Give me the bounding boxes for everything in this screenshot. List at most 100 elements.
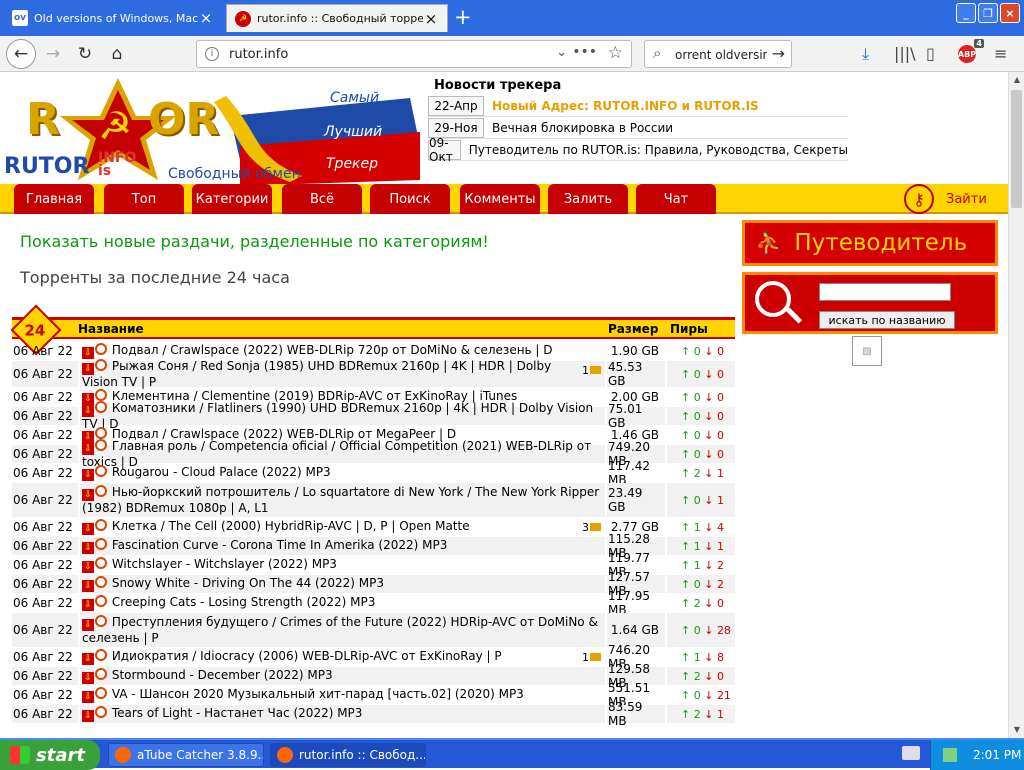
reload-icon[interactable]: ↻: [72, 42, 98, 66]
adblock-icon[interactable]: ABP 4: [958, 39, 984, 63]
home-icon[interactable]: ⌂: [104, 42, 130, 66]
torrent-title-link[interactable]: Rougarou - Cloud Palace (2022) MP3: [112, 465, 331, 479]
torrent-title-link[interactable]: Witchslayer - Witchslayer (2022) MP3: [112, 557, 337, 571]
menu-top[interactable]: Топ: [104, 184, 184, 214]
taskbar-item-firefox[interactable]: rutor.info :: Свобод...: [270, 743, 426, 767]
table-row[interactable]: 06 Авг 22 ⇩ Tears of Light - Настанет Час…: [12, 700, 735, 728]
menu-chat[interactable]: Чат: [636, 184, 716, 214]
news-link[interactable]: Вечная блокировка в России: [484, 121, 673, 135]
news-item[interactable]: 09-Окт Путеводитель по RUTOR.is: Правила…: [428, 136, 848, 164]
menu-all[interactable]: Всё: [282, 184, 362, 214]
menu-home[interactable]: Главная: [14, 184, 94, 214]
table-row[interactable]: 06 Авг 22 ⇩ Коматозники / Flatliners (199…: [12, 400, 735, 431]
library-icon[interactable]: |||\: [894, 44, 916, 63]
forward-arrow-icon[interactable]: →: [40, 42, 66, 66]
table-row[interactable]: 06 Авг 22 ⇩ Rougarou - Cloud Palace (2022…: [12, 459, 735, 487]
download-icon[interactable]: ⇩: [82, 542, 94, 554]
minimize-window-button[interactable]: _: [956, 3, 976, 23]
torrent-title-link[interactable]: Рыжая Соня / Red Sonja (1985) UHD BDRemu…: [82, 359, 551, 389]
bookmark-star-icon[interactable]: ☆: [608, 43, 623, 63]
new-tab-plus-icon[interactable]: +: [454, 5, 472, 29]
menu-comments[interactable]: Комменты: [460, 184, 540, 214]
torrent-title-link[interactable]: Клетка / The Cell (2000) HybridRip-AVC |…: [112, 519, 470, 533]
back-arrow-icon[interactable]: ←: [6, 39, 36, 69]
menu-search[interactable]: Поиск: [370, 184, 450, 214]
download-icon[interactable]: ⇩: [82, 691, 94, 703]
magnet-icon[interactable]: [95, 438, 107, 451]
news-item[interactable]: 29-Ноя Вечная блокировка в России: [428, 118, 848, 139]
rutor-logo[interactable]: R ☭ OR RUTOR INFO is Свободный обмен Самы…: [0, 76, 420, 186]
magnet-icon[interactable]: [95, 343, 107, 355]
menu-categories[interactable]: Категории: [192, 184, 272, 214]
torrent-title-link[interactable]: VA - Шансон 2020 Музыкальный хит-парад […: [112, 687, 524, 701]
torrent-title-link[interactable]: Идиократия / Idiocracy (2006) WEB-DLRip-…: [112, 649, 502, 663]
download-icon[interactable]: ⇩: [82, 442, 94, 455]
magnet-icon[interactable]: [95, 358, 107, 371]
comment-count[interactable]: 3: [582, 520, 601, 535]
keyboard-icon[interactable]: [902, 746, 920, 760]
torrent-title-link[interactable]: Подвал / Crawlspace (2022) WEB-DLRip 720…: [112, 343, 553, 357]
download-icon[interactable]: ⇩: [82, 347, 94, 359]
torrent-title-link[interactable]: Преступления будущего / Crimes of the Fu…: [82, 615, 598, 645]
search-input[interactable]: orrent oldversin: [675, 48, 767, 62]
magnet-icon[interactable]: [95, 649, 107, 661]
magnet-icon[interactable]: [95, 706, 107, 718]
torrent-title-link[interactable]: Creeping Cats - Losing Strength (2022) M…: [112, 595, 376, 609]
sidebar-toggle-icon[interactable]: ▯: [926, 44, 935, 63]
show-new-by-category-link[interactable]: Показать новые раздачи, разделенные по к…: [20, 232, 489, 251]
download-icon[interactable]: ⇩: [82, 618, 94, 631]
magnet-icon[interactable]: [95, 557, 107, 569]
news-item[interactable]: 22-Апр Новый Адрес: RUTOR.INFO и RUTOR.I…: [428, 96, 848, 117]
table-row[interactable]: 06 Авг 22 ⇩ Нью-йоркский потрошитель / Lo…: [12, 483, 735, 518]
download-icon[interactable]: ⇩: [82, 561, 94, 573]
download-icon[interactable]: ⇩: [82, 488, 94, 501]
scroll-up-icon[interactable]: ▲: [1009, 72, 1024, 88]
network-icon[interactable]: [943, 748, 957, 762]
download-icon[interactable]: ⇩: [82, 469, 94, 481]
table-row[interactable]: 06 Авг 22 ⇩ Creeping Cats - Losing Streng…: [12, 589, 735, 617]
tab-close-icon[interactable]: ×: [198, 9, 214, 27]
downloads-icon[interactable]: ⤓: [862, 44, 869, 64]
download-icon[interactable]: ⇩: [82, 580, 94, 592]
torrent-title-link[interactable]: Snowy White - Driving On The 44 (2022) M…: [112, 576, 384, 590]
scroll-thumb[interactable]: [1011, 90, 1022, 208]
download-icon[interactable]: ⇩: [82, 523, 94, 535]
site-info-icon[interactable]: i: [205, 47, 219, 61]
download-icon[interactable]: ⇩: [82, 672, 94, 684]
magnet-icon[interactable]: [95, 614, 107, 627]
url-bar[interactable]: i rutor.info ⌄ ••• ☆: [196, 40, 632, 68]
download-icon[interactable]: ⇩: [82, 710, 94, 722]
login-button[interactable]: ⚷ Зайти: [904, 184, 1002, 214]
torrent-title-link[interactable]: Fascination Curve - Corona Time In Ameri…: [112, 538, 448, 552]
table-row[interactable]: 06 Авг 22 ⇩ Рыжая Соня / Red Sonja (1985)…: [12, 358, 735, 389]
chevron-down-icon[interactable]: ⌄: [556, 45, 567, 60]
comment-count[interactable]: 1: [582, 363, 601, 378]
menu-hamburger-icon[interactable]: ≡: [994, 44, 1007, 63]
download-icon[interactable]: ⇩: [82, 362, 94, 375]
torrent-title-link[interactable]: Tears of Light - Настанет Час (2022) MP3: [112, 706, 363, 720]
magnet-icon[interactable]: [95, 687, 107, 699]
news-link[interactable]: Путеводитель по RUTOR.is: Правила, Руков…: [461, 143, 848, 157]
page-actions-icon[interactable]: •••: [572, 44, 597, 60]
url-text[interactable]: rutor.info: [229, 47, 288, 62]
magnet-icon[interactable]: [95, 595, 107, 607]
tab-old-versions[interactable]: ov Old versions of Windows, Mac and ×: [4, 4, 222, 32]
comment-count[interactable]: 1: [582, 650, 601, 665]
torrent-title-link[interactable]: Stormbound - December (2022) MP3: [112, 668, 333, 682]
magnet-icon[interactable]: [95, 465, 107, 477]
vertical-scrollbar[interactable]: ▲ ▼: [1008, 72, 1024, 738]
scroll-down-icon[interactable]: ▼: [1009, 722, 1024, 738]
magnet-icon[interactable]: [95, 519, 107, 531]
news-link[interactable]: Новый Адрес: RUTOR.INFO и RUTOR.IS: [484, 99, 759, 113]
magnet-icon[interactable]: [95, 576, 107, 588]
magnet-icon[interactable]: [95, 400, 107, 413]
title-search-input[interactable]: [819, 283, 951, 301]
magnet-icon[interactable]: [95, 389, 107, 401]
menu-upload[interactable]: Залить: [548, 184, 628, 214]
tab-close-icon[interactable]: ×: [423, 10, 439, 28]
close-window-button[interactable]: ×: [1000, 3, 1020, 23]
magnet-icon[interactable]: [95, 484, 107, 497]
torrent-title-link[interactable]: Нью-йоркский потрошитель / Lo squartator…: [82, 485, 599, 515]
guide-banner[interactable]: ⛹ Путеводитель: [742, 220, 998, 266]
maximize-window-button[interactable]: ❐: [978, 3, 998, 23]
